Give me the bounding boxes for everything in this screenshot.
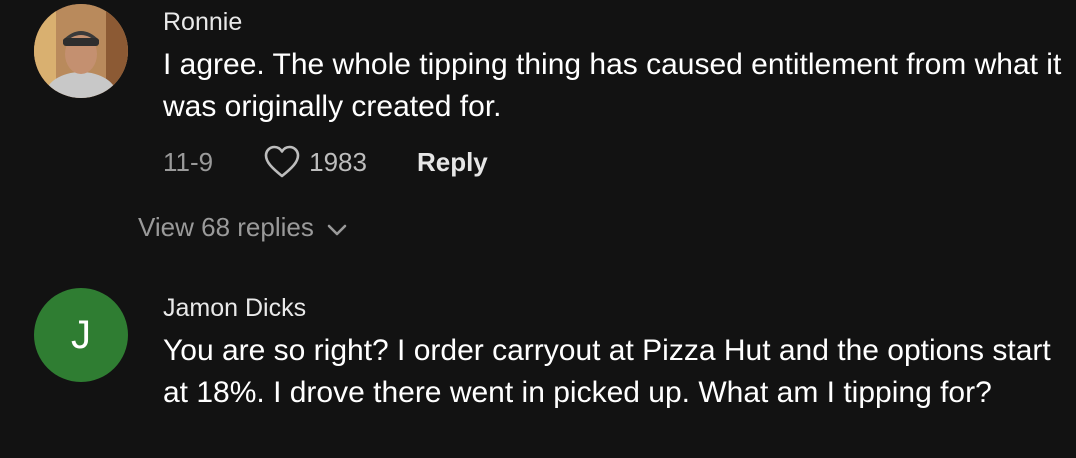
reply-button[interactable]: Reply [417,147,488,178]
comment-meta: 11-9 1983 Reply [163,142,488,182]
comment-text: You are so right? I order carryout at Pi… [163,334,1051,409]
avatar[interactable]: J [34,288,128,382]
comment-username[interactable]: Ronnie [163,8,242,37]
view-replies-button[interactable]: View 68 replies [138,212,348,243]
view-replies-label: View 68 replies [138,212,314,242]
heart-icon[interactable] [263,145,301,179]
user-photo-icon [34,4,128,98]
comment-date: 11-9 [163,146,214,177]
like-button[interactable]: 1983 [263,145,367,179]
chevron-down-icon [327,224,347,235]
comment-text: I agree. The whole tipping thing has cau… [163,48,1062,123]
like-count: 1983 [309,146,367,177]
avatar-initial: J [71,312,91,357]
avatar[interactable] [34,4,128,98]
comment-username[interactable]: Jamon Dicks [163,294,306,323]
